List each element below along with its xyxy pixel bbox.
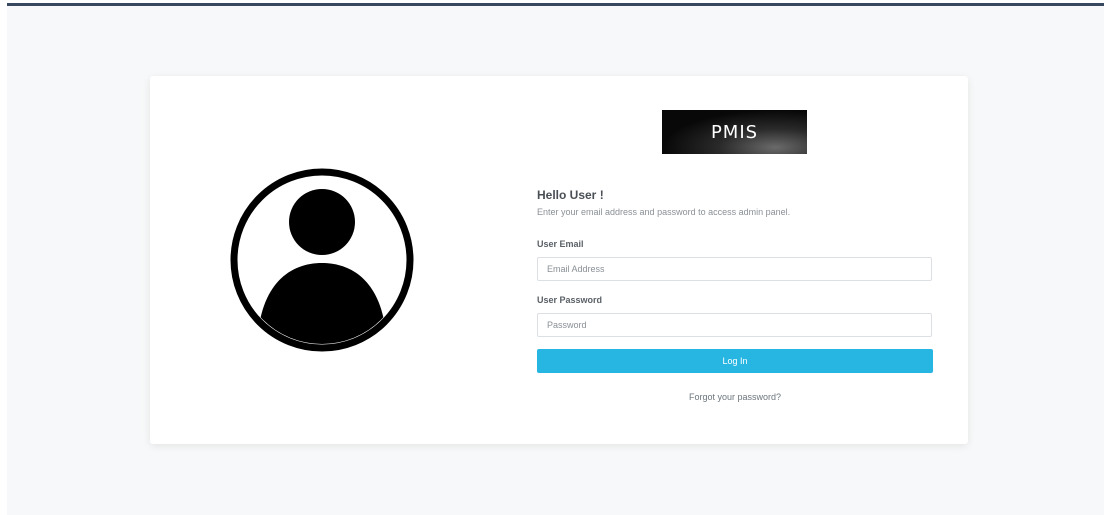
pmis-logo: PMIS [662,110,807,154]
user-avatar-icon [230,168,414,352]
login-button[interactable]: Log In [537,349,933,373]
login-card: PMIS Hello User ! Enter your email addre… [150,76,968,444]
greeting-heading: Hello User ! [537,188,604,202]
logo-text: PMIS [710,121,759,143]
header-bar [7,3,1104,6]
forgot-password-link[interactable]: Forgot your password? [537,392,933,402]
password-label: User Password [537,295,603,305]
login-subtitle: Enter your email address and password to… [537,207,791,217]
password-input[interactable] [537,313,932,337]
email-input[interactable] [537,257,932,281]
email-label: User Email [537,239,584,249]
